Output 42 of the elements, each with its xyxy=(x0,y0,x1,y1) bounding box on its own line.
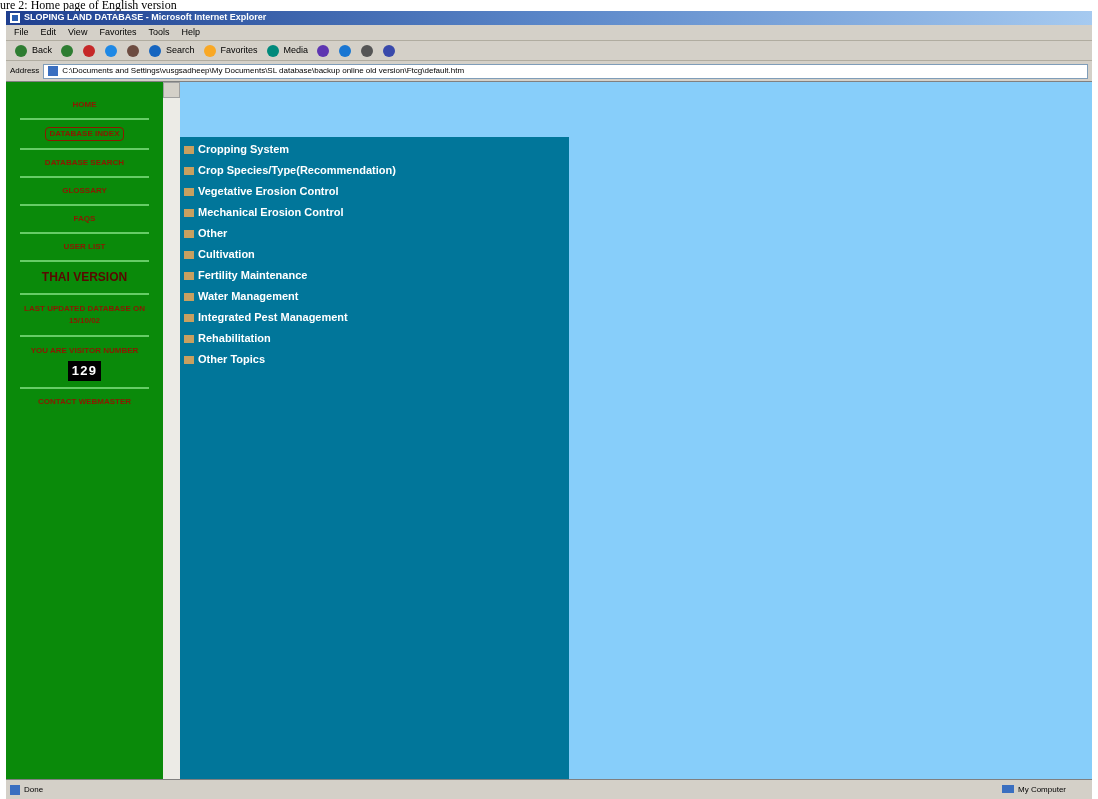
toolbar-button[interactable]: Search xyxy=(148,43,195,58)
visitor-counter: 129 xyxy=(67,361,102,381)
menu-item[interactable]: View xyxy=(68,25,88,40)
address-field[interactable]: C:\Documents and Settings\vusgsadheep\My Documents\SL database\backup online old version\Ftcg\default.htm xyxy=(43,63,1088,79)
zone-text: My Computer xyxy=(1018,783,1067,796)
topic-link[interactable]: Mechanical Erosion Control xyxy=(184,202,569,223)
toolbar-button[interactable]: Back xyxy=(14,43,52,58)
menu-item[interactable]: Help xyxy=(181,25,200,40)
topic-link[interactable]: Other xyxy=(184,223,569,244)
topic-link[interactable]: Integrated Pest Management xyxy=(184,307,569,328)
topic-link[interactable]: Water Management xyxy=(184,286,569,307)
address-label: Address xyxy=(10,65,40,77)
folder-icon xyxy=(184,250,194,259)
folder-icon xyxy=(184,145,194,154)
update-note: LAST UPDATED DATABASE ON 15/10/02 xyxy=(23,303,146,327)
folder-icon xyxy=(184,292,194,301)
toolbar-button[interactable]: Media xyxy=(265,43,309,58)
folder-icon xyxy=(184,229,194,238)
folder-icon xyxy=(184,208,194,217)
window-title: SLOPING LAND DATABASE - Microsoft Internet Explorer xyxy=(24,11,267,25)
topic-link[interactable]: Cultivation xyxy=(184,244,569,265)
folder-icon xyxy=(184,313,194,322)
topic-link[interactable]: Fertility Maintenance xyxy=(184,265,569,286)
folder-icon xyxy=(184,355,194,364)
menu-item[interactable]: Favorites xyxy=(99,25,137,40)
folder-icon xyxy=(184,187,194,196)
topic-link[interactable]: Other Topics xyxy=(184,349,569,370)
topic-link[interactable]: Vegetative Erosion Control xyxy=(184,181,569,202)
menu-item[interactable]: Tools xyxy=(148,25,170,40)
status-text: Done xyxy=(24,783,45,796)
sidebar-link[interactable]: THAI VERSION xyxy=(39,270,130,285)
folder-icon xyxy=(184,334,194,343)
menu-item[interactable]: Edit xyxy=(40,25,57,40)
topic-link[interactable]: Cropping System xyxy=(184,139,569,160)
folder-icon xyxy=(184,271,194,280)
topic-link[interactable]: Crop Species/Type(Recommendation) xyxy=(184,160,569,181)
browser-icon xyxy=(10,13,20,23)
visitor-label: YOU ARE VISITOR NUMBER xyxy=(30,345,139,357)
folder-icon xyxy=(184,166,194,175)
topic-link[interactable]: Rehabilitation xyxy=(184,328,569,349)
menu-item[interactable]: File xyxy=(14,25,29,40)
toolbar-button[interactable]: Favorites xyxy=(202,43,258,58)
